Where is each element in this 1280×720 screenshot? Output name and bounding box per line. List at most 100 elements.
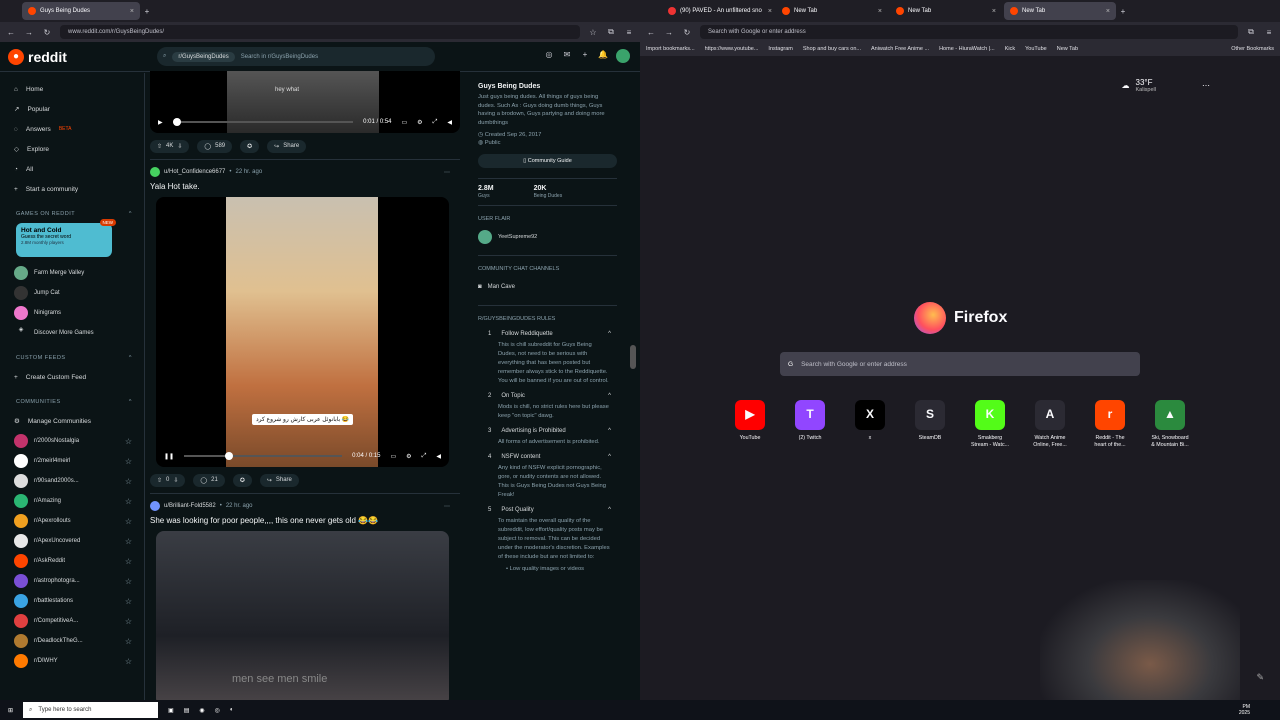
file-explorer-icon[interactable]: ▤ — [184, 707, 190, 714]
menu-icon[interactable]: ≡ — [624, 27, 634, 37]
search-community-chip[interactable]: r/GuysBeingDudes — [172, 51, 235, 62]
close-tab-icon[interactable]: × — [762, 8, 772, 15]
new-tab-icon[interactable]: + — [142, 6, 152, 16]
volume-icon[interactable]: ◀ — [447, 119, 452, 126]
user-avatar[interactable] — [150, 167, 160, 177]
community-item[interactable]: r/ApexUncovered ☆ — [14, 531, 144, 551]
rule-header[interactable]: 4 NSFW content ^ — [478, 450, 617, 464]
settings-icon[interactable]: ⚙ — [406, 453, 411, 460]
community-item[interactable]: r/90sand2000s... ☆ — [14, 471, 144, 491]
comments-button[interactable]: ◯ 21 — [193, 473, 225, 487]
post-poor-people[interactable]: u/Brilliant-Fold5582 • 22 hr. ago ⋯ She w… — [150, 498, 460, 700]
user-flair[interactable]: YeetSupreme92 — [478, 227, 617, 247]
browser-tab[interactable]: New Tab × — [1004, 2, 1116, 20]
community-item[interactable]: r/Apexrollouts ☆ — [14, 511, 144, 531]
video-progress[interactable] — [184, 452, 343, 460]
chat-icon[interactable]: ✉ — [562, 49, 572, 59]
bookmark-item[interactable]: Shop and buy cars on... — [803, 46, 861, 52]
post-yala-hot-take[interactable]: u/Hot_Confidence6677 • 22 hr. ago ⋯ Yala … — [150, 164, 460, 494]
new-tab-icon[interactable]: + — [1118, 6, 1128, 16]
tab-guys-being-dudes[interactable]: Guys Being Dudes × — [22, 2, 140, 20]
favorite-star-icon[interactable]: ☆ — [125, 497, 132, 506]
more-options-icon[interactable]: ⋯ — [1202, 81, 1210, 90]
rule-header[interactable]: 5 Post Quality ^ — [478, 503, 617, 517]
close-tab-icon[interactable]: × — [1100, 8, 1110, 15]
favorite-star-icon[interactable]: ☆ — [125, 597, 132, 606]
favorite-star-icon[interactable]: ☆ — [125, 537, 132, 546]
rule-item[interactable]: 2 On Topic ^ Mods is chill, no strict rules… — [478, 389, 617, 421]
forward-icon[interactable]: → — [24, 27, 34, 37]
bookmark-item[interactable]: https://www.youtube... — [705, 46, 759, 52]
bookmark-item[interactable]: Instagram — [768, 46, 792, 52]
video-player[interactable]: بابانوئل عربی کارش رو شروع کرد 😂 ❚❚ 0:04… — [156, 197, 449, 467]
favorite-star-icon[interactable]: ☆ — [125, 657, 132, 666]
browser-tab[interactable]: New Tab × — [776, 2, 888, 20]
share-button[interactable]: ↪ Share — [259, 473, 299, 487]
progress-knob[interactable] — [172, 118, 181, 126]
rule-item[interactable]: 3 Advertising is Prohibited ^ All forms of … — [478, 424, 617, 447]
edit-pencil-icon[interactable]: ✎ — [1256, 672, 1264, 683]
rule-header[interactable]: 2 On Topic ^ — [478, 389, 617, 403]
favorite-star-icon[interactable]: ☆ — [125, 477, 132, 486]
volume-icon[interactable]: ◀ — [436, 453, 441, 460]
user-avatar[interactable] — [616, 49, 630, 63]
award-button[interactable]: ✪ — [240, 139, 260, 153]
community-item[interactable]: r/DeadlockTheG... ☆ — [14, 631, 144, 651]
google-search-input[interactable]: G Search with Google or enter address — [780, 352, 1140, 376]
downvote-icon[interactable]: ⇩ — [177, 143, 182, 150]
community-item[interactable]: r/AskReddit ☆ — [14, 551, 144, 571]
community-item[interactable]: r/DIWHY ☆ — [14, 651, 144, 671]
page-scrollbar[interactable] — [630, 345, 636, 369]
favorite-star-icon[interactable]: ☆ — [125, 577, 132, 586]
game-ninigrams[interactable]: Ninigrams — [14, 303, 144, 323]
shortcut-tile[interactable]: T (2) Twitch — [790, 400, 830, 449]
forward-icon[interactable]: → — [664, 27, 674, 37]
manage-communities[interactable]: ⚙ Manage Communities — [14, 411, 144, 431]
notifications-icon[interactable]: 🔔 — [598, 49, 608, 59]
pause-icon[interactable]: ❚❚ — [164, 453, 174, 460]
shortcut-tile[interactable]: A Watch Anime Online, Free... — [1030, 400, 1070, 449]
bookmark-item[interactable]: Import bookmarks... — [646, 46, 695, 52]
close-tab-icon[interactable]: × — [986, 8, 996, 15]
windows-start-icon[interactable]: ⊞ — [8, 707, 13, 714]
nav-explore[interactable]: ◇ Explore — [14, 139, 144, 159]
post-title[interactable]: She was looking for poor people,,,, this… — [150, 516, 460, 525]
back-icon[interactable]: ← — [6, 27, 16, 37]
video-player[interactable]: hey what ▶ 0:01 / 0:54 ▭ ⚙ ⤢ ◀ — [150, 71, 460, 133]
community-guide-button[interactable]: ▯ Community Guide — [478, 154, 617, 169]
task-view-icon[interactable]: ▣ — [168, 707, 174, 714]
extensions-icon[interactable]: ⧉ — [606, 27, 616, 37]
browser-tab[interactable]: (90) PAVED - An unfiltered sno × — [662, 2, 774, 20]
post-title[interactable]: Yala Hot take. — [150, 182, 460, 191]
video-progress[interactable] — [172, 118, 354, 126]
games-section-header[interactable]: GAMES ON REDDIT ^ — [16, 211, 144, 217]
communities-header[interactable]: COMMUNITIES ^ — [16, 399, 144, 405]
community-item[interactable]: r/2000sNostalgia ☆ — [14, 431, 144, 451]
post-author[interactable]: u/Hot_Confidence6677 — [164, 169, 225, 175]
favorite-star-icon[interactable]: ☆ — [125, 457, 132, 466]
close-tab-icon[interactable]: × — [872, 8, 882, 15]
upvote-icon[interactable]: ⇧ — [157, 143, 162, 150]
favorite-star-icon[interactable]: ☆ — [125, 437, 132, 446]
address-field[interactable]: Search with Google or enter address — [700, 25, 1238, 39]
fullscreen-icon[interactable]: ⤢ — [433, 119, 438, 126]
play-icon[interactable]: ▶ — [158, 119, 163, 126]
captions-icon[interactable]: ▭ — [391, 453, 397, 460]
more-options-icon[interactable]: ⋯ — [444, 503, 450, 510]
chat-channel-man-cave[interactable]: ◙ Man Cave — [478, 277, 617, 297]
progress-knob[interactable] — [225, 452, 234, 460]
more-options-icon[interactable]: ⋯ — [444, 169, 450, 176]
upvote-icon[interactable]: ⇧ — [157, 477, 162, 484]
bookmark-item[interactable]: Kick — [1005, 46, 1015, 52]
rule-item[interactable]: 4 NSFW content ^ Any kind of NSFW explicit … — [478, 450, 617, 500]
community-item[interactable]: r/2meirl4meirl ☆ — [14, 451, 144, 471]
comments-button[interactable]: ◯ 589 — [197, 139, 233, 153]
community-item[interactable]: r/astrophotogra... ☆ — [14, 571, 144, 591]
discover-more-games[interactable]: ◈ Discover More Games — [14, 323, 144, 343]
shortcut-tile[interactable]: K Smakberg Stream - Watc... — [970, 400, 1010, 449]
bookmark-item[interactable]: Other Bookmarks — [1231, 46, 1274, 52]
user-avatar[interactable] — [150, 501, 160, 511]
bookmark-item[interactable]: Aniwatch Free Anime ... — [871, 46, 929, 52]
award-button[interactable]: ✪ — [232, 473, 252, 487]
bookmark-item[interactable]: Home - HiuraWatch |... — [939, 46, 995, 52]
